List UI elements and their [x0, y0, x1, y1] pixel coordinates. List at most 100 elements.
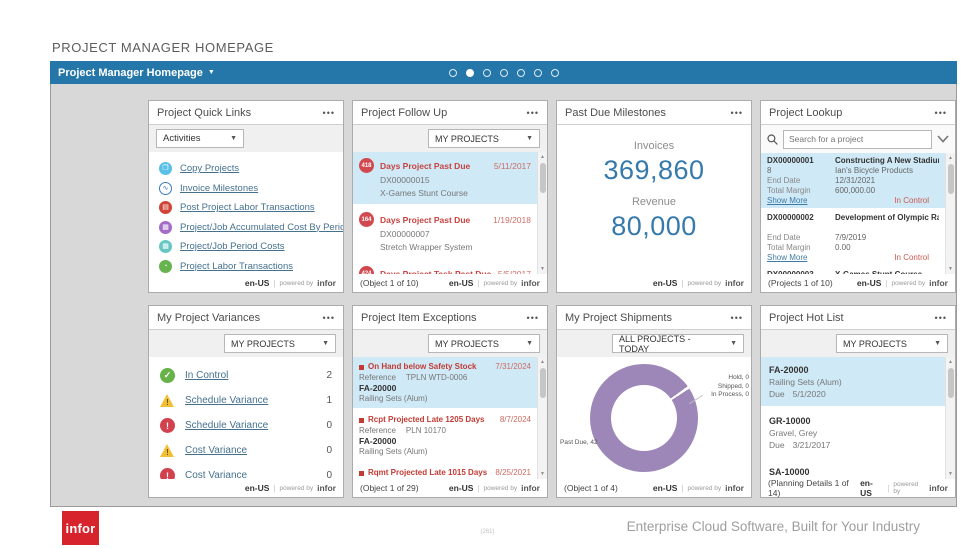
post-labor-icon: ▤: [159, 201, 172, 215]
app-header-bar: Project Manager Homepage ▼: [50, 61, 957, 84]
powered-by: en-US | powered by infor: [860, 478, 948, 498]
exception-item[interactable]: Rcpt Projected Late 1205 Days 8/7/2024 R…: [353, 410, 537, 463]
variance-link[interactable]: In Control: [185, 370, 316, 381]
scroll-down-icon[interactable]: ▼: [538, 266, 547, 272]
quick-link[interactable]: Copy Projects: [180, 163, 239, 174]
homepage-title-caret-icon[interactable]: ▼: [208, 69, 215, 76]
scroll-thumb[interactable]: [947, 368, 954, 398]
scrollbar[interactable]: ▲ ▼: [537, 357, 547, 479]
donut-label-in-process: In Process, 0: [711, 391, 749, 398]
pagination-dot[interactable]: [550, 68, 559, 77]
powered-by: en-US | powered by infor: [244, 278, 336, 288]
widget-menu-icon[interactable]: •••: [731, 313, 743, 323]
accumulated-cost-icon: ▦: [159, 220, 172, 234]
days-past-due-badge: 424: [359, 266, 374, 274]
widget-my-project-variances: My Project Variances ••• MY PROJECTS ▼ ✓…: [148, 305, 344, 498]
object-count: (Object 1 of 10): [360, 278, 419, 288]
donut-label-past-due: Past Due, 42: [560, 439, 598, 446]
pagination-dot[interactable]: [516, 68, 525, 77]
widget-menu-icon[interactable]: •••: [731, 108, 743, 118]
follow-up-item[interactable]: 424 Days Project Task Past Due 5/5/2017: [353, 260, 537, 274]
scroll-up-icon[interactable]: ▲: [538, 154, 547, 160]
widget-title: Project Item Exceptions: [361, 311, 477, 324]
labor-transactions-icon: ◔: [159, 259, 172, 273]
quick-link-row: ❐ Copy Projects: [159, 159, 333, 179]
projects-filter-dropdown[interactable]: ALL PROJECTS - TODAY ▼: [612, 334, 744, 354]
projects-filter-dropdown[interactable]: MY PROJECTS ▼: [224, 334, 336, 353]
project-lookup-row[interactable]: DX00000003X-Games Stunt Course 25Schwinn…: [761, 267, 945, 274]
scroll-up-icon[interactable]: ▲: [538, 359, 547, 365]
widget-project-follow-up: Project Follow Up ••• MY PROJECTS ▼ 418 …: [352, 100, 548, 293]
widget-menu-icon[interactable]: •••: [323, 108, 335, 118]
hot-list-item[interactable]: GR-10000 Gravel, Grey Due 3/21/2017: [761, 408, 945, 459]
quick-link[interactable]: Project Labor Transactions: [180, 261, 293, 272]
donut-label-hold: Hold, 0: [728, 374, 749, 381]
status-label: In Control: [894, 253, 929, 262]
search-icon: [767, 133, 778, 145]
variance-count: 0: [326, 420, 332, 431]
days-past-due-badge: 418: [359, 158, 374, 173]
pagination-dot[interactable]: [448, 68, 457, 77]
quick-link-row: ▦ Project/Job Period Costs: [159, 237, 333, 257]
projects-filter-dropdown[interactable]: MY PROJECTS ▼: [428, 129, 540, 148]
alert-dot-icon: [359, 364, 364, 370]
scroll-up-icon[interactable]: ▲: [946, 359, 955, 365]
widget-menu-icon[interactable]: •••: [935, 313, 947, 323]
error-circle-icon: !: [160, 468, 175, 479]
follow-up-item[interactable]: 418 Days Project Past Due 5/11/2017 DX00…: [353, 152, 537, 206]
scroll-up-icon[interactable]: ▲: [946, 155, 955, 161]
project-lookup-row[interactable]: DX00000001 Constructing A New Stadium 8 Ia…: [761, 153, 945, 210]
widget-menu-icon[interactable]: •••: [323, 313, 335, 323]
widget-menu-icon[interactable]: •••: [527, 108, 539, 118]
scroll-down-icon[interactable]: ▼: [946, 471, 955, 477]
variance-row: ! Schedule Variance 1: [160, 388, 332, 413]
widget-title: My Project Variances: [157, 311, 261, 324]
hot-list-item[interactable]: FA-20000 Railing Sets (Alum) Due 5/1/2020: [761, 357, 945, 408]
projects-filter-dropdown[interactable]: MY PROJECTS ▼: [836, 334, 948, 353]
show-more-link[interactable]: Show More: [767, 196, 831, 206]
shipments-donut-chart[interactable]: [590, 364, 698, 472]
scroll-down-icon[interactable]: ▼: [538, 471, 547, 477]
quick-link[interactable]: Project/Job Accumulated Cost By Period: [180, 222, 343, 233]
variance-link[interactable]: Schedule Variance: [185, 395, 316, 406]
quick-link[interactable]: Post Project Labor Transactions: [180, 202, 315, 213]
scrollbar[interactable]: ▲ ▼: [537, 152, 547, 274]
project-lookup-row[interactable]: DX00000002Development of Olympic Racing …: [761, 210, 945, 267]
scroll-thumb[interactable]: [539, 163, 546, 193]
powered-by: en-US | powered by infor: [856, 278, 948, 288]
pagination-dot[interactable]: [499, 68, 508, 77]
pagination-dot[interactable]: [533, 68, 542, 77]
scrollbar[interactable]: ▲ ▼: [945, 357, 955, 479]
follow-up-item[interactable]: 164 Days Project Past Due 1/19/2018 DX00…: [353, 206, 537, 260]
scroll-thumb[interactable]: [947, 164, 954, 194]
projects-filter-dropdown[interactable]: MY PROJECTS ▼: [428, 334, 540, 353]
variance-link[interactable]: Cost Variance: [185, 445, 316, 456]
quick-link[interactable]: Invoice Milestones: [180, 183, 258, 194]
variance-link[interactable]: Cost Variance: [185, 470, 316, 479]
variance-count: 0: [326, 445, 332, 456]
powered-by: en-US | powered by infor: [448, 278, 540, 288]
scroll-down-icon[interactable]: ▼: [946, 266, 955, 272]
hot-list-item[interactable]: SA-10000 Sand: [761, 459, 945, 479]
activities-dropdown[interactable]: Activities ▼: [156, 129, 244, 148]
scrollbar[interactable]: ▲ ▼: [945, 153, 955, 274]
exception-item[interactable]: On Hand below Safety Stock 7/31/2024 Ref…: [353, 357, 537, 410]
show-more-link[interactable]: Show More: [767, 253, 831, 263]
widget-menu-icon[interactable]: •••: [527, 313, 539, 323]
variance-link[interactable]: Schedule Variance: [185, 420, 316, 431]
revenue-value[interactable]: 80,000: [557, 211, 751, 242]
chevron-down-icon[interactable]: [937, 135, 949, 143]
pagination-dot[interactable]: [482, 68, 491, 77]
pagination-dot[interactable]: [465, 68, 474, 77]
scroll-thumb[interactable]: [539, 368, 546, 398]
period-costs-icon: ▦: [159, 240, 172, 254]
invoices-value[interactable]: 369,860: [557, 155, 751, 186]
status-label: In Control: [894, 196, 929, 205]
widget-menu-icon[interactable]: •••: [935, 108, 947, 118]
page-title: PROJECT MANAGER HOMEPAGE: [52, 40, 274, 55]
project-search-input[interactable]: [783, 129, 932, 149]
homepage-title[interactable]: Project Manager Homepage: [58, 67, 203, 79]
quick-link[interactable]: Project/Job Period Costs: [180, 241, 285, 252]
exception-item[interactable]: Rqmt Projected Late 1015 Days 8/25/2021 …: [353, 463, 537, 479]
widget-title: Project Quick Links: [157, 106, 252, 119]
